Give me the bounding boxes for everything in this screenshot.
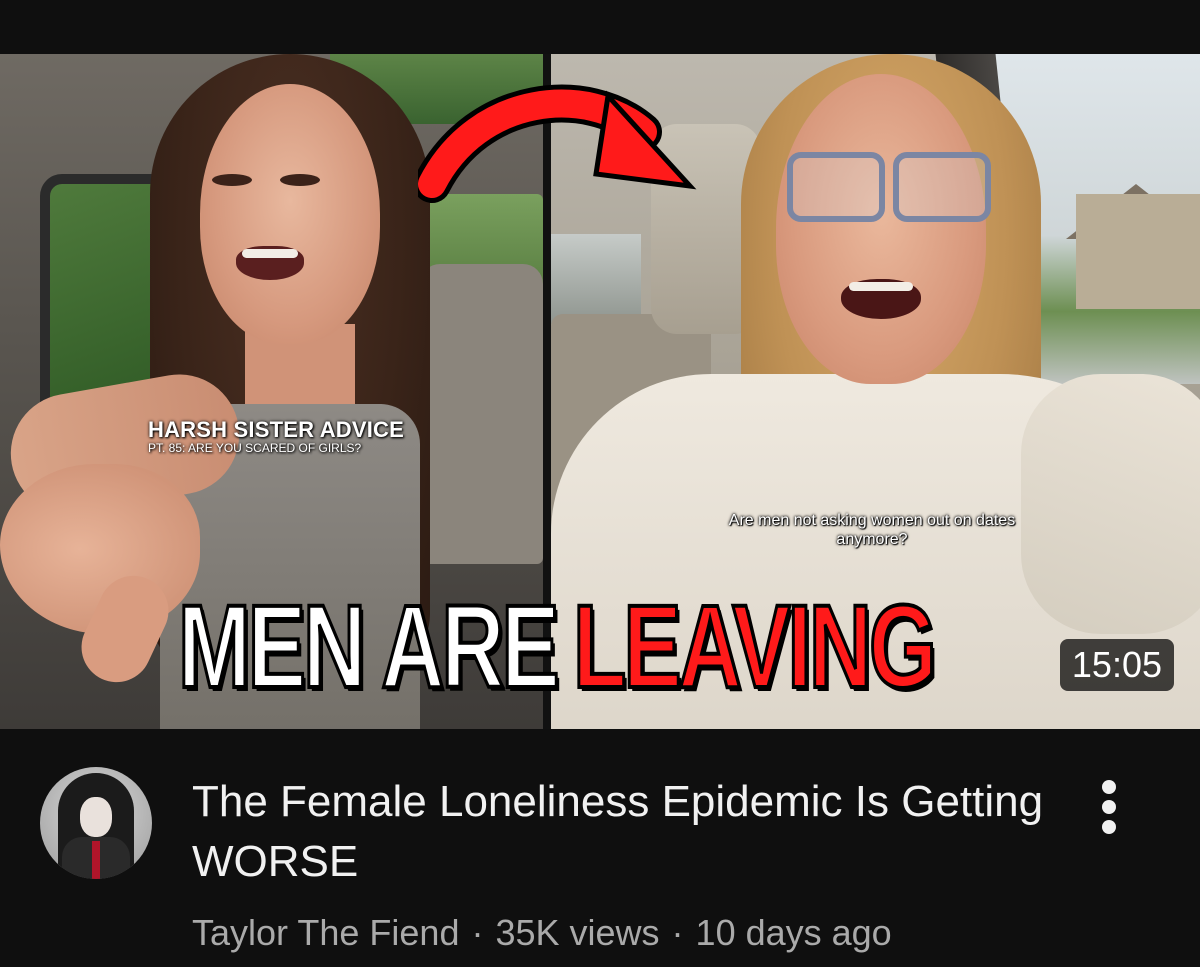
video-title[interactable]: The Female Loneliness Epidemic Is Gettin… xyxy=(192,772,1052,892)
meta-separator: · xyxy=(671,912,684,953)
glasses xyxy=(787,152,991,222)
top-bar-gap xyxy=(0,0,1200,54)
video-thumbnail[interactable]: HARSH SISTER ADVICE PT. 85: ARE YOU SCAR… xyxy=(0,54,1200,729)
house-in-window xyxy=(1076,194,1200,309)
view-count: 35K views xyxy=(495,912,660,953)
left-person-face xyxy=(200,84,380,344)
caption-left-title: HARSH SISTER ADVICE xyxy=(148,417,405,442)
caption-left-subtitle: PT. 85: ARE YOU SCARED OF GIRLS? xyxy=(148,441,362,455)
channel-name[interactable]: Taylor The Fiend xyxy=(192,912,459,953)
more-vert-icon[interactable] xyxy=(1088,778,1132,840)
channel-avatar[interactable] xyxy=(40,767,152,879)
red-curved-arrow-icon xyxy=(418,84,697,203)
headline-red: LEAVING xyxy=(572,581,939,713)
caption-left: HARSH SISTER ADVICE PT. 85: ARE YOU SCAR… xyxy=(148,417,404,455)
video-metadata: Taylor The Fiend · 35K views · 10 days ago xyxy=(192,910,892,956)
duration-badge: 15:05 xyxy=(1059,639,1174,691)
meta-separator: · xyxy=(471,912,484,953)
right-person-face xyxy=(776,74,986,384)
headline-white: MEN ARE xyxy=(177,581,562,713)
upload-age: 10 days ago xyxy=(695,912,892,953)
caption-right: Are men not asking women out on dates an… xyxy=(728,512,1016,548)
thumbnail-headline: MEN ARE LEAVING xyxy=(177,576,939,713)
